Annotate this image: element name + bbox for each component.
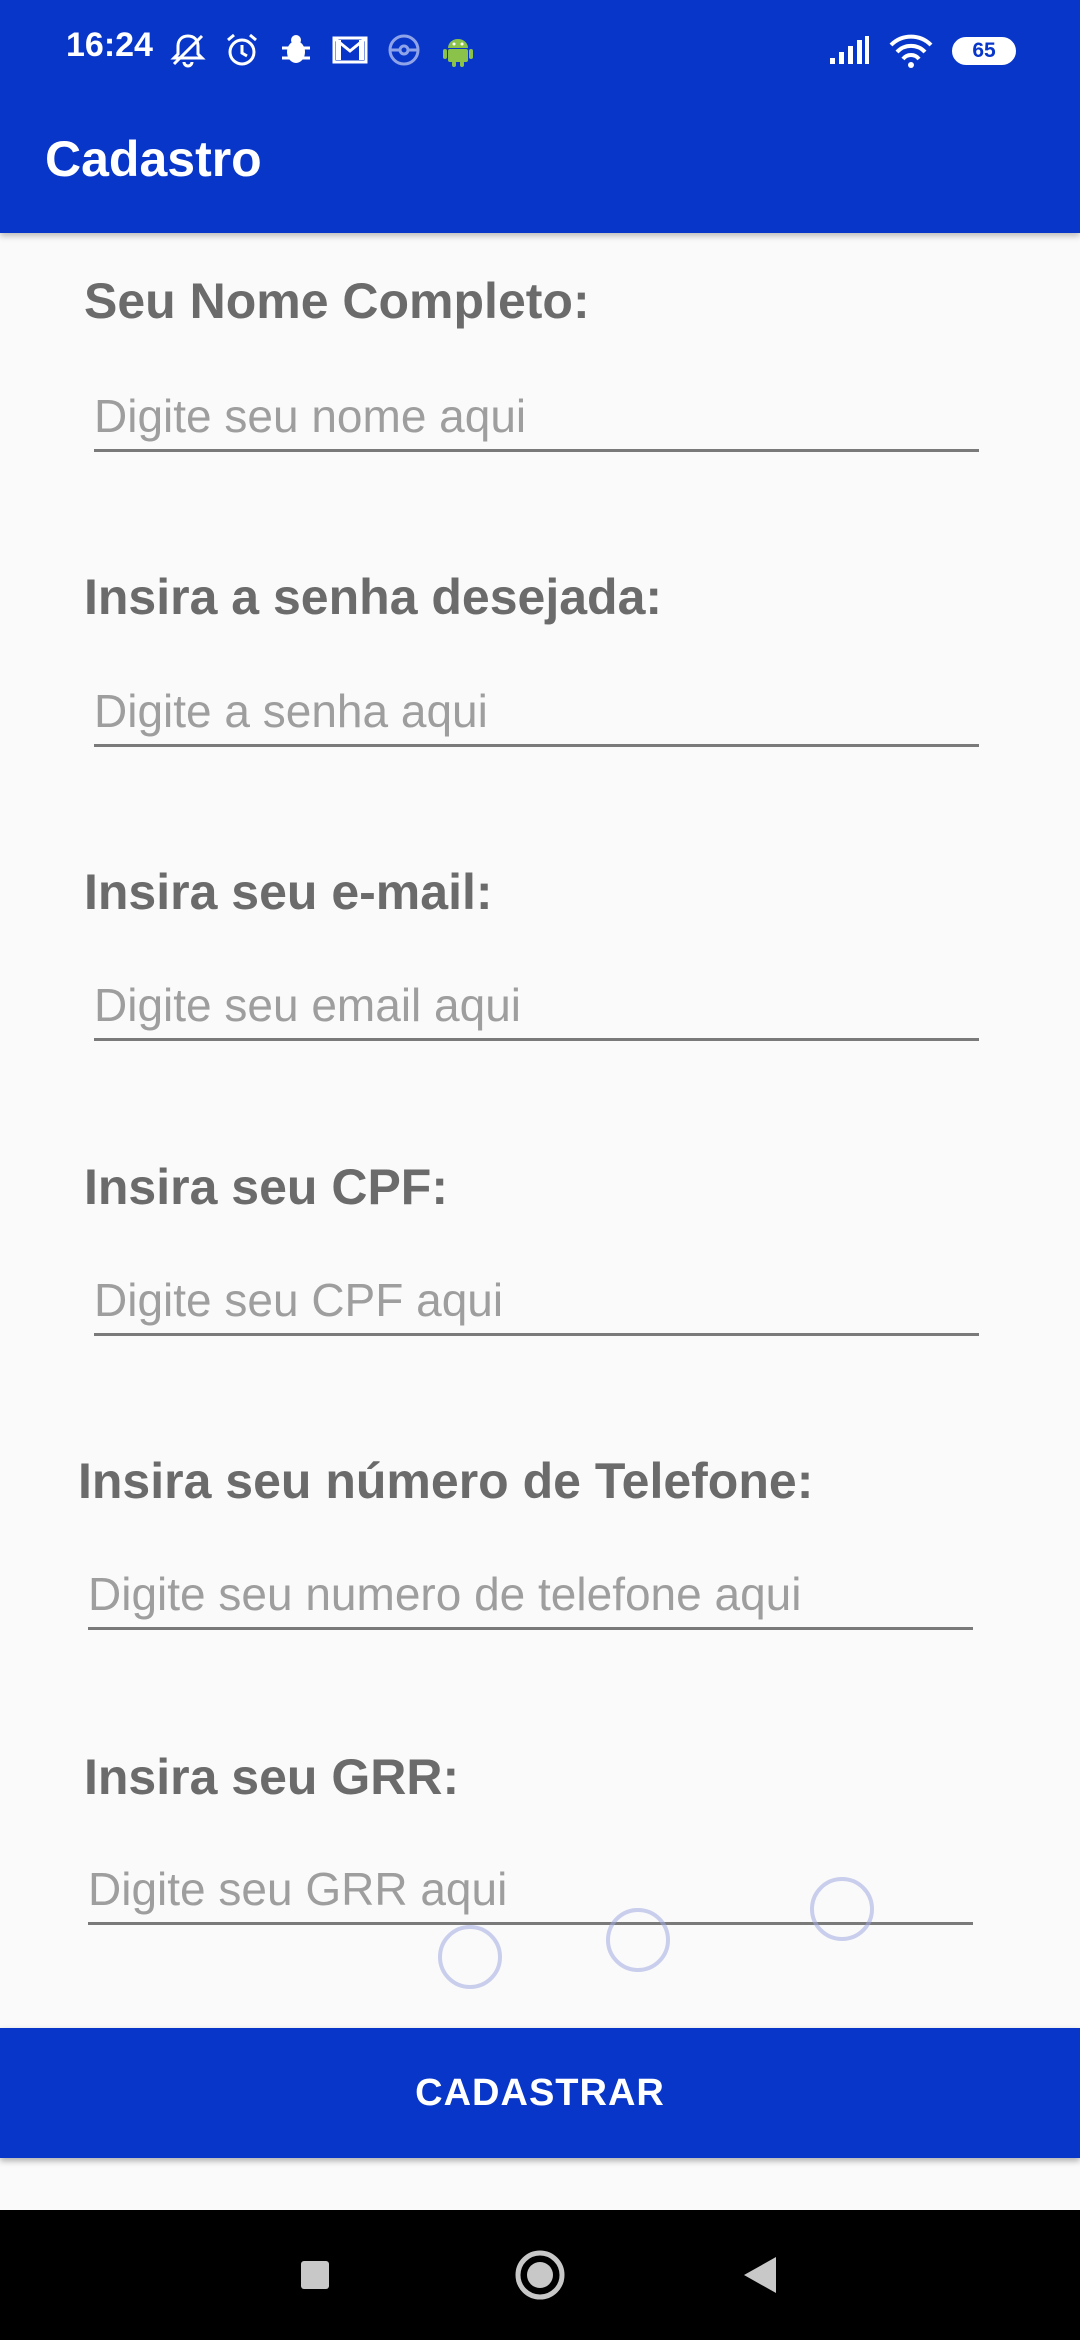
cpf-input[interactable] [94, 1267, 979, 1336]
phone-input[interactable] [88, 1561, 973, 1630]
status-icons-left [168, 28, 478, 72]
touch-ripple [606, 1908, 670, 1972]
signal-icon [828, 36, 870, 66]
gmail-icon [330, 30, 370, 70]
pokeball-icon [384, 30, 424, 70]
name-input[interactable] [94, 383, 979, 452]
grr-label: Insira seu GRR: [84, 1749, 460, 1805]
bug-icon [276, 30, 316, 70]
back-icon[interactable] [725, 2210, 795, 2340]
name-label: Seu Nome Completo: [84, 273, 590, 329]
app-bar: 16:24 65 Cadastro [0, 0, 1080, 233]
email-input[interactable] [94, 972, 979, 1041]
recents-icon[interactable] [280, 2210, 350, 2340]
touch-ripple [438, 1925, 502, 1989]
password-label: Insira a senha desejada: [84, 569, 663, 625]
wifi-icon [888, 33, 934, 69]
mute-icon [168, 30, 208, 70]
page-title: Cadastro [45, 131, 262, 187]
phone-label: Insira seu número de Telefone: [78, 1453, 814, 1509]
touch-ripple [810, 1877, 874, 1941]
cpf-label: Insira seu CPF: [84, 1159, 448, 1215]
navigation-bar [0, 2210, 1080, 2340]
status-icons-right: 65 [828, 30, 1016, 72]
register-button[interactable]: CADASTRAR [0, 2028, 1080, 2158]
status-time: 16:24 [66, 26, 153, 64]
home-icon[interactable] [505, 2210, 575, 2340]
email-label: Insira seu e-mail: [84, 864, 493, 920]
android-icon [438, 30, 478, 70]
battery-indicator: 65 [952, 37, 1016, 65]
status-bar: 16:24 65 [0, 0, 1080, 100]
alarm-icon [222, 30, 262, 70]
password-input[interactable] [94, 678, 979, 747]
